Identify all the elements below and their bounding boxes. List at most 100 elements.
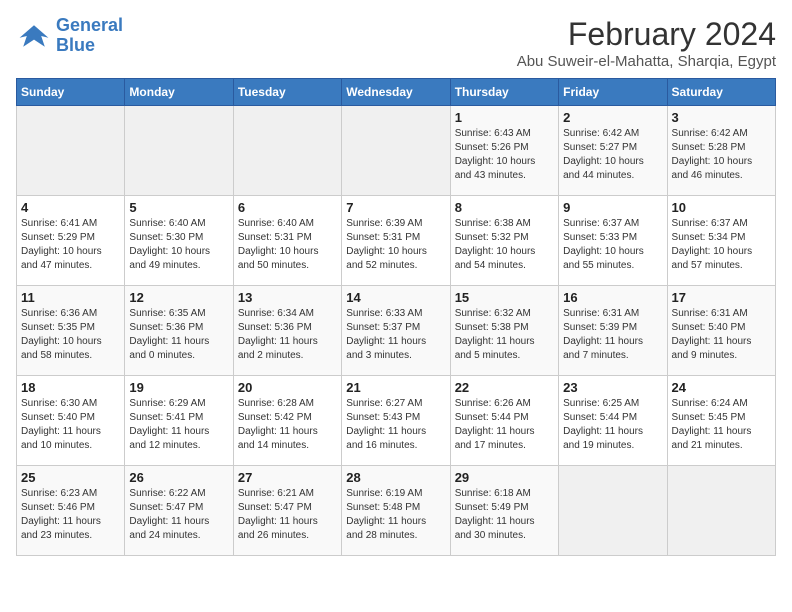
day-number: 25 — [21, 470, 120, 485]
day-cell: 25 Sunrise: 6:23 AM Sunset: 5:46 PM Dayli… — [17, 466, 125, 556]
day-info: Sunrise: 6:21 AM Sunset: 5:47 PM Dayligh… — [238, 487, 337, 543]
day-info: Sunrise: 6:31 AM Sunset: 5:39 PM Dayligh… — [563, 307, 662, 363]
day-number: 22 — [455, 380, 554, 395]
day-number: 14 — [346, 290, 445, 305]
day-info: Sunrise: 6:35 AM Sunset: 5:36 PM Dayligh… — [129, 307, 228, 363]
day-number: 3 — [672, 110, 771, 125]
day-info: Sunrise: 6:33 AM Sunset: 5:37 PM Dayligh… — [346, 307, 445, 363]
week-row-3: 11Sunrise: 6:36 AM Sunset: 5:35 PM Dayli… — [17, 286, 776, 376]
week-row-5: 25 Sunrise: 6:23 AM Sunset: 5:46 PM Dayli… — [17, 466, 776, 556]
day-info: Sunrise: 6:43 AM Sunset: 5:26 PM Dayligh… — [455, 127, 554, 183]
header-row: SundayMondayTuesdayWednesdayThursdayFrid… — [17, 79, 776, 106]
week-row-2: 4Sunrise: 6:41 AM Sunset: 5:29 PM Daylig… — [17, 196, 776, 286]
day-cell: 2Sunrise: 6:42 AM Sunset: 5:27 PM Daylig… — [559, 106, 667, 196]
day-info: Sunrise: 6:29 AM Sunset: 5:41 PM Dayligh… — [129, 397, 228, 453]
day-number: 8 — [455, 200, 554, 215]
day-cell: 27 Sunrise: 6:21 AM Sunset: 5:47 PM Dayli… — [233, 466, 341, 556]
day-number: 13 — [238, 290, 337, 305]
day-number: 28 — [346, 470, 445, 485]
day-number: 4 — [21, 200, 120, 215]
day-header-wednesday: Wednesday — [342, 79, 450, 106]
location-subtitle: Abu Suweir-el-Mahatta, Sharqia, Egypt — [517, 53, 776, 70]
day-number: 15 — [455, 290, 554, 305]
day-cell: 1Sunrise: 6:43 AM Sunset: 5:26 PM Daylig… — [450, 106, 558, 196]
day-info: Sunrise: 6:37 AM Sunset: 5:34 PM Dayligh… — [672, 217, 771, 273]
day-number: 16 — [563, 290, 662, 305]
day-number: 26 — [129, 470, 228, 485]
logo-text: GeneralBlue — [56, 16, 123, 56]
day-cell: 22 Sunrise: 6:26 AM Sunset: 5:44 PM Dayli… — [450, 376, 558, 466]
day-cell: 12 Sunrise: 6:35 AM Sunset: 5:36 PM Dayli… — [125, 286, 233, 376]
page-header: GeneralBlue February 2024 Abu Suweir-el-… — [16, 16, 776, 70]
day-cell: 13 Sunrise: 6:34 AM Sunset: 5:36 PM Dayli… — [233, 286, 341, 376]
day-info: Sunrise: 6:40 AM Sunset: 5:30 PM Dayligh… — [129, 217, 228, 273]
week-row-1: 1Sunrise: 6:43 AM Sunset: 5:26 PM Daylig… — [17, 106, 776, 196]
calendar-table: SundayMondayTuesdayWednesdayThursdayFrid… — [16, 78, 776, 556]
day-cell: 6Sunrise: 6:40 AM Sunset: 5:31 PM Daylig… — [233, 196, 341, 286]
week-row-4: 18 Sunrise: 6:30 AM Sunset: 5:40 PM Dayli… — [17, 376, 776, 466]
day-cell — [667, 466, 775, 556]
day-cell: 9 Sunrise: 6:37 AM Sunset: 5:33 PM Daylig… — [559, 196, 667, 286]
day-cell: 28Sunrise: 6:19 AM Sunset: 5:48 PM Dayli… — [342, 466, 450, 556]
day-info: Sunrise: 6:28 AM Sunset: 5:42 PM Dayligh… — [238, 397, 337, 453]
day-info: Sunrise: 6:37 AM Sunset: 5:33 PM Dayligh… — [563, 217, 662, 273]
day-number: 24 — [672, 380, 771, 395]
day-info: Sunrise: 6:42 AM Sunset: 5:28 PM Dayligh… — [672, 127, 771, 183]
day-info: Sunrise: 6:31 AM Sunset: 5:40 PM Dayligh… — [672, 307, 771, 363]
day-number: 27 — [238, 470, 337, 485]
day-cell: 4Sunrise: 6:41 AM Sunset: 5:29 PM Daylig… — [17, 196, 125, 286]
day-cell — [17, 106, 125, 196]
day-number: 20 — [238, 380, 337, 395]
day-cell — [342, 106, 450, 196]
day-number: 19 — [129, 380, 228, 395]
day-number: 12 — [129, 290, 228, 305]
day-info: Sunrise: 6:42 AM Sunset: 5:27 PM Dayligh… — [563, 127, 662, 183]
day-cell: 10 Sunrise: 6:37 AM Sunset: 5:34 PM Dayli… — [667, 196, 775, 286]
day-cell: 20 Sunrise: 6:28 AM Sunset: 5:42 PM Dayli… — [233, 376, 341, 466]
day-header-tuesday: Tuesday — [233, 79, 341, 106]
day-header-thursday: Thursday — [450, 79, 558, 106]
day-number: 11 — [21, 290, 120, 305]
day-number: 17 — [672, 290, 771, 305]
day-info: Sunrise: 6:18 AM Sunset: 5:49 PM Dayligh… — [455, 487, 554, 543]
day-header-friday: Friday — [559, 79, 667, 106]
day-number: 10 — [672, 200, 771, 215]
day-cell: 29Sunrise: 6:18 AM Sunset: 5:49 PM Dayli… — [450, 466, 558, 556]
day-cell: 17 Sunrise: 6:31 AM Sunset: 5:40 PM Dayli… — [667, 286, 775, 376]
day-cell: 14 Sunrise: 6:33 AM Sunset: 5:37 PM Dayli… — [342, 286, 450, 376]
day-number: 23 — [563, 380, 662, 395]
month-title: February 2024 — [517, 16, 776, 53]
day-cell — [233, 106, 341, 196]
day-cell — [125, 106, 233, 196]
day-cell: 24 Sunrise: 6:24 AM Sunset: 5:45 PM Dayli… — [667, 376, 775, 466]
day-number: 9 — [563, 200, 662, 215]
day-header-sunday: Sunday — [17, 79, 125, 106]
day-header-saturday: Saturday — [667, 79, 775, 106]
logo: GeneralBlue — [16, 16, 123, 56]
day-cell: 16 Sunrise: 6:31 AM Sunset: 5:39 PM Dayli… — [559, 286, 667, 376]
day-cell: 7Sunrise: 6:39 AM Sunset: 5:31 PM Daylig… — [342, 196, 450, 286]
day-number: 18 — [21, 380, 120, 395]
day-info: Sunrise: 6:22 AM Sunset: 5:47 PM Dayligh… — [129, 487, 228, 543]
day-info: Sunrise: 6:26 AM Sunset: 5:44 PM Dayligh… — [455, 397, 554, 453]
logo-icon — [16, 18, 52, 54]
day-cell: 15 Sunrise: 6:32 AM Sunset: 5:38 PM Dayli… — [450, 286, 558, 376]
day-cell: 11Sunrise: 6:36 AM Sunset: 5:35 PM Dayli… — [17, 286, 125, 376]
day-cell — [559, 466, 667, 556]
day-number: 6 — [238, 200, 337, 215]
day-cell: 5 Sunrise: 6:40 AM Sunset: 5:30 PM Daylig… — [125, 196, 233, 286]
day-info: Sunrise: 6:38 AM Sunset: 5:32 PM Dayligh… — [455, 217, 554, 273]
day-info: Sunrise: 6:34 AM Sunset: 5:36 PM Dayligh… — [238, 307, 337, 363]
day-info: Sunrise: 6:30 AM Sunset: 5:40 PM Dayligh… — [21, 397, 120, 453]
day-header-monday: Monday — [125, 79, 233, 106]
day-info: Sunrise: 6:24 AM Sunset: 5:45 PM Dayligh… — [672, 397, 771, 453]
day-cell: 26 Sunrise: 6:22 AM Sunset: 5:47 PM Dayli… — [125, 466, 233, 556]
day-info: Sunrise: 6:25 AM Sunset: 5:44 PM Dayligh… — [563, 397, 662, 453]
title-block: February 2024 Abu Suweir-el-Mahatta, Sha… — [517, 16, 776, 70]
day-info: Sunrise: 6:23 AM Sunset: 5:46 PM Dayligh… — [21, 487, 120, 543]
day-cell: 19 Sunrise: 6:29 AM Sunset: 5:41 PM Dayli… — [125, 376, 233, 466]
day-cell: 8 Sunrise: 6:38 AM Sunset: 5:32 PM Daylig… — [450, 196, 558, 286]
day-info: Sunrise: 6:32 AM Sunset: 5:38 PM Dayligh… — [455, 307, 554, 363]
day-number: 7 — [346, 200, 445, 215]
day-number: 5 — [129, 200, 228, 215]
